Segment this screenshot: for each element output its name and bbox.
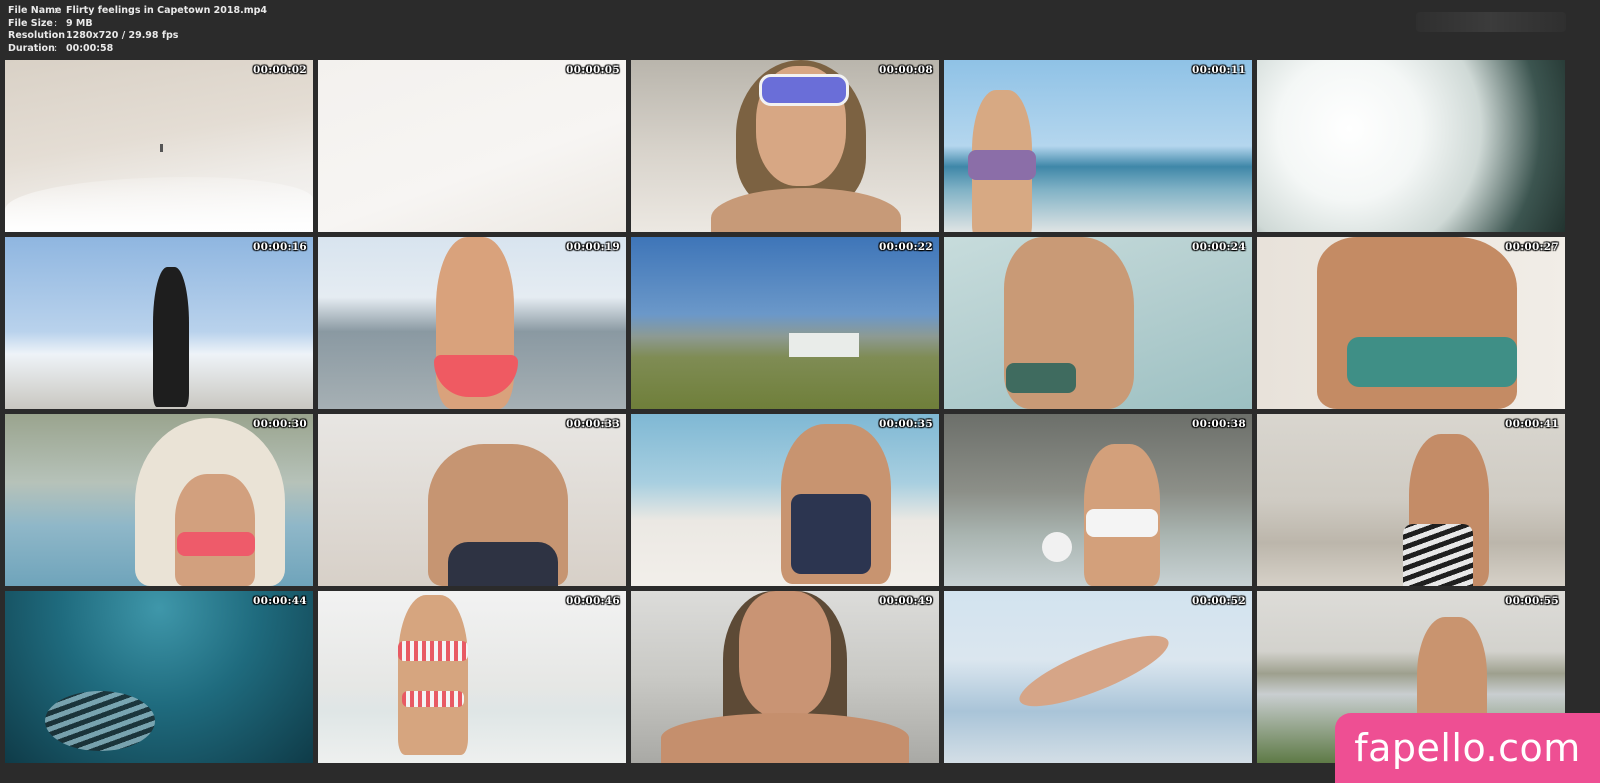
thumbnail[interactable]: 00:00:41: [1257, 414, 1565, 586]
timestamp: 00:00:16: [253, 241, 307, 253]
thumbnail[interactable]: 00:00:19: [318, 237, 626, 409]
info-header: File Name: Flirty feelings in Capetown 20…: [0, 0, 1600, 58]
thumbnail-grid: 00:00:02 00:00:05 00:00:08 00:00:11 00:0…: [5, 60, 1595, 778]
thumbnail[interactable]: 00:00:02: [5, 60, 313, 232]
thumbnail[interactable]: 00:00:27: [1257, 237, 1565, 409]
scene-swimsuit: [791, 494, 871, 574]
timestamp: 00:00:11: [1192, 64, 1246, 76]
thumbnail[interactable]: 00:00:11: [944, 60, 1252, 232]
info-label: File Name: [8, 5, 62, 16]
scene-bikini: [398, 641, 468, 661]
thumbnail[interactable]: 00:00:05: [318, 60, 626, 232]
file-name-row: File Name: Flirty feelings in Capetown 20…: [8, 5, 267, 18]
watermark-text: fapello.com: [1354, 726, 1581, 770]
thumbnail[interactable]: 00:00:44: [5, 591, 313, 763]
thumbnail[interactable]: 00:00:16: [5, 237, 313, 409]
timestamp: 00:00:02: [253, 64, 307, 76]
timestamp: 00:00:44: [253, 595, 307, 607]
resolution-row: Resolution: 1280x720 / 29.98 fps: [8, 30, 267, 43]
scene-bikini: [1086, 509, 1158, 537]
scene-shoulders: [711, 188, 901, 232]
file-size-row: File Size: 9 MB: [8, 18, 267, 31]
duration-row: Duration: 00:00:58: [8, 43, 267, 56]
thumbnail[interactable]: 00:00:52: [944, 591, 1252, 763]
scene-figure: [1012, 622, 1176, 720]
scene-surf: [5, 177, 313, 232]
scene-swimmer: [45, 691, 155, 751]
thumbnail[interactable]: 00:00:49: [631, 591, 939, 763]
timestamp: 00:00:55: [1505, 595, 1559, 607]
info-separator: :: [54, 17, 58, 29]
timestamp: 00:00:19: [566, 241, 620, 253]
duration-value: 00:00:58: [66, 42, 114, 54]
thumbnail[interactable]: 00:00:30: [5, 414, 313, 586]
thumbnail[interactable]: 00:00:35: [631, 414, 939, 586]
timestamp: 00:00:41: [1505, 418, 1559, 430]
timestamp: 00:00:08: [879, 64, 933, 76]
file-size-value: 9 MB: [66, 17, 93, 29]
scene-figure: [160, 144, 163, 152]
info-separator: :: [54, 30, 58, 41]
scene-swimsuit: [448, 542, 558, 586]
timestamp: 00:00:38: [1192, 418, 1246, 430]
scene-bikini: [968, 150, 1036, 180]
scene-shoulders: [661, 713, 909, 763]
timestamp: 00:00:27: [1505, 241, 1559, 253]
header-faded-logo: [1416, 12, 1566, 32]
thumbnail[interactable]: [1257, 60, 1565, 232]
timestamp: 00:00:33: [566, 418, 620, 430]
scene-bikini: [177, 532, 255, 556]
scene-bikini: [402, 691, 464, 707]
scene-figure: [398, 595, 468, 755]
scene-bikini: [1006, 363, 1076, 393]
thumbnail[interactable]: 00:00:08: [631, 60, 939, 232]
info-label: Resolution: [8, 30, 66, 41]
scene-sunglasses: [759, 74, 849, 106]
timestamp: 00:00:49: [879, 595, 933, 607]
info-label: File Size: [8, 17, 53, 29]
info-separator: :: [54, 5, 58, 16]
scene-house: [789, 333, 859, 357]
thumbnail[interactable]: 00:00:22: [631, 237, 939, 409]
scene-figure: [175, 474, 255, 586]
info-label: Duration: [8, 42, 55, 54]
scene-face: [739, 591, 831, 717]
timestamp: 00:00:35: [879, 418, 933, 430]
timestamp: 00:00:30: [253, 418, 307, 430]
scene-figure: [153, 267, 189, 407]
info-separator: :: [54, 42, 58, 54]
thumbnail[interactable]: 00:00:46: [318, 591, 626, 763]
timestamp: 00:00:52: [1192, 595, 1246, 607]
timestamp: 00:00:46: [566, 595, 620, 607]
scene-bikini: [1347, 337, 1517, 387]
resolution-value: 1280x720 / 29.98 fps: [66, 30, 179, 41]
thumbnail[interactable]: 00:00:38: [944, 414, 1252, 586]
timestamp: 00:00:05: [566, 64, 620, 76]
thumbnail[interactable]: 00:00:24: [944, 237, 1252, 409]
timestamp: 00:00:22: [879, 241, 933, 253]
scene-swimsuit: [1403, 524, 1473, 586]
thumbnail[interactable]: 00:00:33: [318, 414, 626, 586]
file-info: File Name: Flirty feelings in Capetown 20…: [8, 5, 267, 55]
watermark: fapello.com: [1335, 713, 1600, 783]
scene-ball: [1042, 532, 1072, 562]
timestamp: 00:00:24: [1192, 241, 1246, 253]
file-name-value: Flirty feelings in Capetown 2018.mp4: [66, 5, 268, 16]
